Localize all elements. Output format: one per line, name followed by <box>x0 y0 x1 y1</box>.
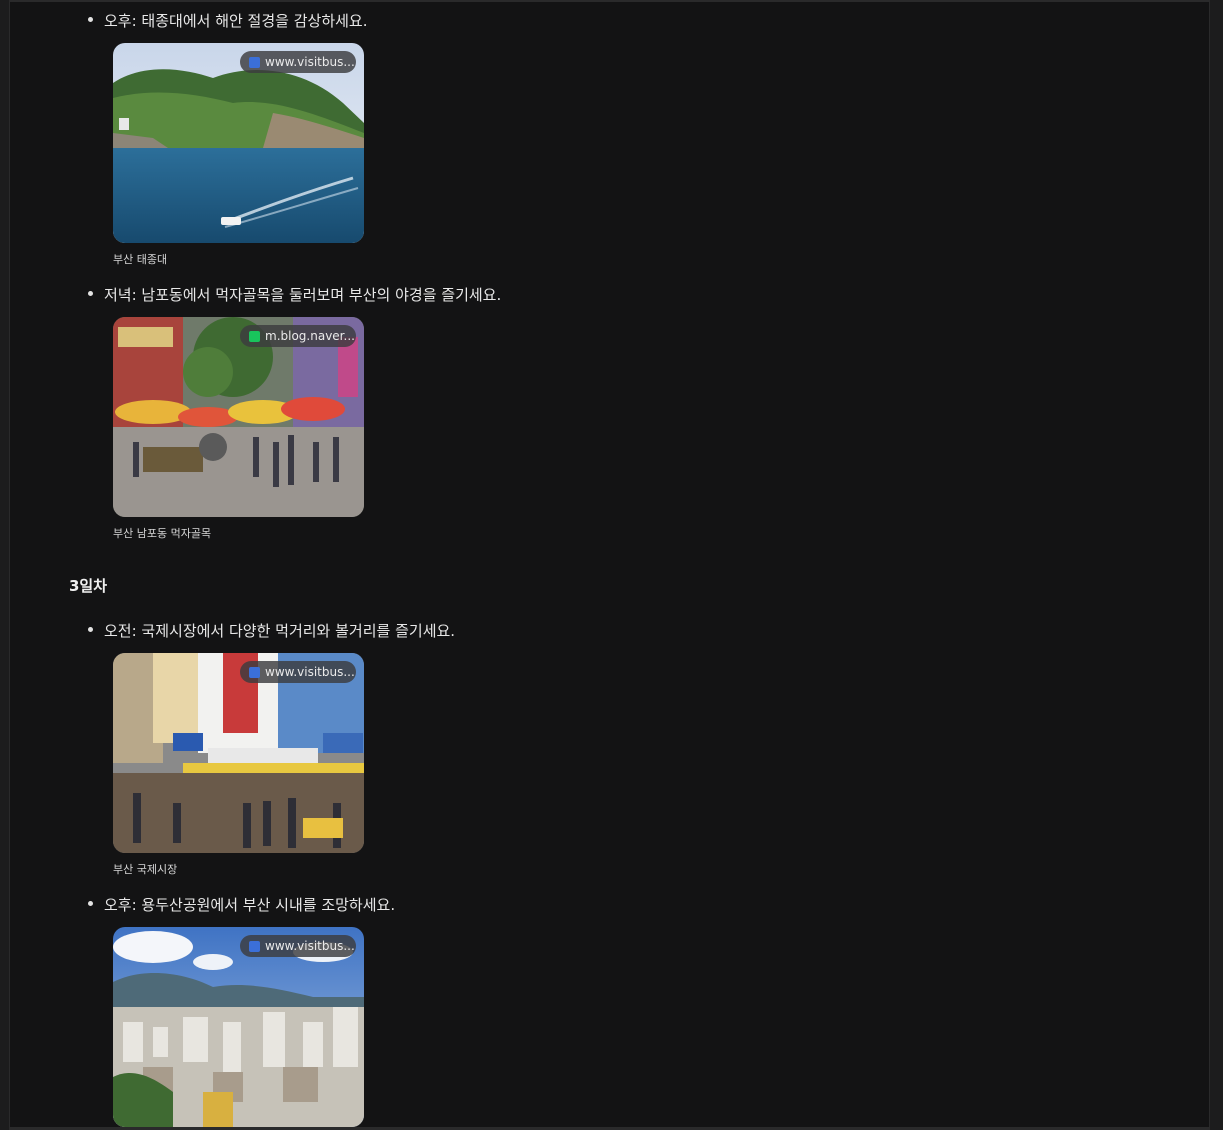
window-top-edge <box>10 0 1209 2</box>
image-caption: 부산 남포동 먹자골목 <box>113 527 212 540</box>
day-heading: 3일차 <box>69 577 108 595</box>
source-label: www.visitbus... <box>265 665 355 679</box>
window-right-edge <box>1209 0 1223 1130</box>
image-caption: 부산 태종대 <box>113 253 168 266</box>
yongdusan-city-photo <box>113 927 364 1127</box>
bullet-dot <box>88 17 93 22</box>
visitbusan-favicon-icon <box>249 56 260 68</box>
source-chip[interactable]: www.visitbus... <box>240 935 356 957</box>
source-chip[interactable]: www.visitbus... <box>240 661 356 683</box>
list-item: 오후: 태종대에서 해안 절경을 감상하세요. <box>88 11 368 31</box>
image-card-gukje-market[interactable]: www.visitbus... <box>113 653 364 853</box>
bullet-dot <box>88 901 93 906</box>
list-item-text: 오전: 국제시장에서 다양한 먹거리와 볼거리를 즐기세요. <box>104 622 456 640</box>
naver-blog-favicon-icon <box>249 330 260 342</box>
list-item: 오후: 용두산공원에서 부산 시내를 조망하세요. <box>88 895 395 915</box>
bullet-dot <box>88 291 93 296</box>
window-left-edge <box>0 0 10 1130</box>
taejongdae-photo <box>113 43 364 243</box>
image-caption: 부산 국제시장 <box>113 863 178 876</box>
source-chip[interactable]: www.visitbus... <box>240 51 356 73</box>
source-label: m.blog.naver.... <box>265 329 356 343</box>
list-item-text: 오후: 태종대에서 해안 절경을 감상하세요. <box>104 12 368 30</box>
bullet-dot <box>88 627 93 632</box>
source-label: www.visitbus... <box>265 939 355 953</box>
source-chip[interactable]: m.blog.naver.... <box>240 325 356 347</box>
image-card-nampo[interactable]: m.blog.naver.... <box>113 317 364 517</box>
source-label: www.visitbus... <box>265 55 355 69</box>
gukje-market-photo <box>113 653 364 853</box>
nampo-street-photo <box>113 317 364 517</box>
image-card-taejongdae[interactable]: www.visitbus... <box>113 43 364 243</box>
list-item-text: 저녁: 남포동에서 먹자골목을 둘러보며 부산의 야경을 즐기세요. <box>104 286 502 304</box>
list-item: 오전: 국제시장에서 다양한 먹거리와 볼거리를 즐기세요. <box>88 621 455 641</box>
visitbusan-favicon-icon <box>249 666 260 678</box>
image-card-yongdusan[interactable]: www.visitbus... <box>113 927 364 1127</box>
list-item: 저녁: 남포동에서 먹자골목을 둘러보며 부산의 야경을 즐기세요. <box>88 285 501 305</box>
visitbusan-favicon-icon <box>249 940 260 952</box>
list-item-text: 오후: 용두산공원에서 부산 시내를 조망하세요. <box>104 896 396 914</box>
